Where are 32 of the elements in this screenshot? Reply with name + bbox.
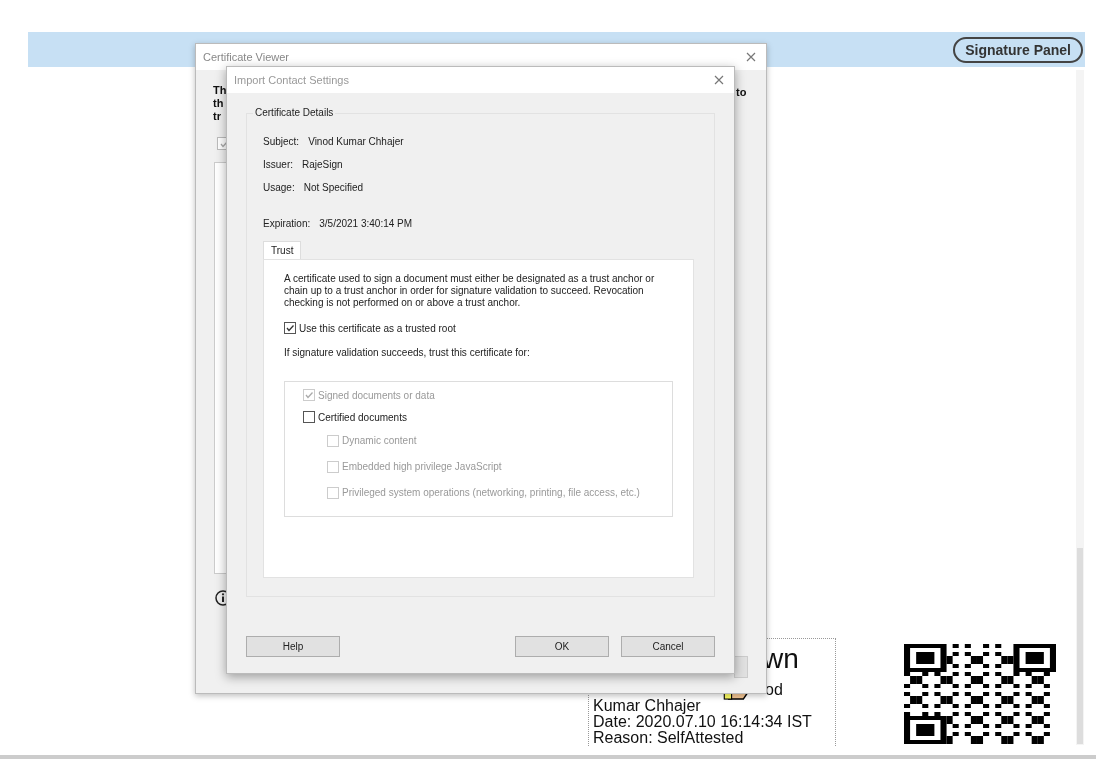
close-icon[interactable] [714, 75, 724, 85]
signature-panel-button[interactable]: Signature Panel [953, 36, 1083, 63]
intro-text: Th [213, 84, 227, 97]
field-value: Vinod Kumar Chhajer [308, 136, 404, 147]
signature-text: Reason: SelfAttested [593, 730, 744, 746]
window-title: Certificate Viewer [203, 51, 289, 63]
intro-text: tr [213, 110, 222, 123]
field-label: Expiration: [263, 218, 311, 229]
close-icon[interactable] [746, 52, 756, 62]
dialog-button[interactable]: Cancel [621, 636, 715, 657]
intro-text: to [736, 86, 747, 99]
trusted-root-checkbox[interactable]: Use this certificate as a trusted root [284, 322, 673, 334]
field-value: Not Specified [303, 182, 364, 193]
group-title: Certificate Details [253, 107, 336, 118]
description-text: A certificate used to sign a document must either be designated as a trust anchor or chain up to a trust anchor in order for signature validation to succeed. Revocation checking is not performed on or above a trust anchor. [284, 273, 656, 309]
tab[interactable]: Trust [263, 241, 302, 259]
intro-text: th [213, 97, 225, 110]
dialog-title: Import Contact Settings [234, 74, 349, 86]
dialog-button[interactable]: Help [246, 636, 340, 657]
signature-text: Kumar Chhajer [593, 698, 701, 714]
signature-text: Date: 2020.07.10 16:14:34 IST [593, 714, 812, 730]
checkmark-icon [285, 323, 295, 333]
field-value: 3/5/2021 3:40:14 PM [319, 218, 413, 229]
qr-code-icon [904, 644, 1056, 744]
option-checkbox[interactable]: Certified documents [303, 406, 658, 428]
field-label: Usage: [263, 182, 295, 193]
instruction-text: If signature validation succeeds, trust this certificate for: [284, 347, 531, 358]
checkmark-icon [304, 390, 314, 400]
dialog-button[interactable]: OK [515, 636, 609, 657]
field-value: RajeSign [302, 159, 343, 170]
field-label: Subject: [263, 136, 300, 147]
field-label: Issuer: [263, 159, 293, 170]
